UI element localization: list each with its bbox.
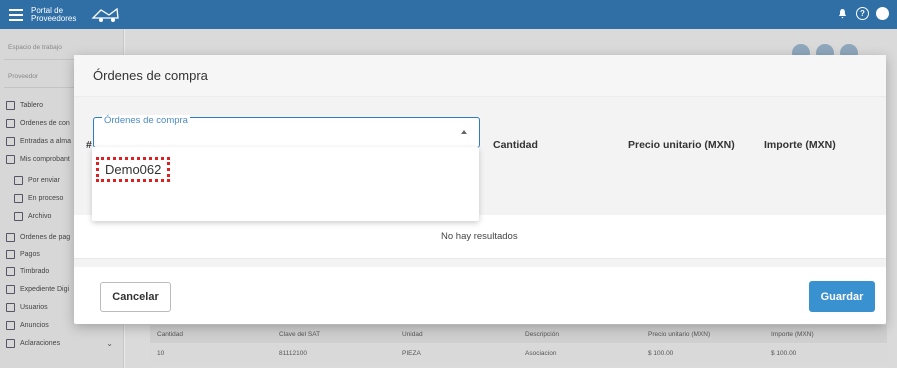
- background-items-table: Cantidad Clave del SAT Unidad Descripció…: [150, 325, 887, 368]
- dialog-header: Órdenes de compra: [74, 55, 886, 97]
- table-cell: 10: [157, 349, 165, 357]
- table-row: 10 81112100 PIEZA Asociacion $ 100.00 $ …: [150, 344, 887, 362]
- column-header-precio-unitario: Precio unitario (MXN): [628, 139, 735, 151]
- sidebar-item-label: Pagos: [20, 251, 40, 258]
- sidebar-item-label: Archivo: [28, 213, 52, 220]
- truck-logo-icon: [91, 7, 119, 22]
- chevron-down-icon[interactable]: ⌄: [106, 339, 113, 348]
- empty-results-text: No hay resultados: [441, 231, 518, 242]
- announcement-icon: [6, 321, 15, 330]
- truck-icon: [6, 137, 15, 146]
- column-header: Descripción: [525, 330, 559, 338]
- table-cell: PIEZA: [402, 349, 421, 357]
- sidebar-item-label: Órdenes de con: [20, 120, 70, 127]
- sidebar-item-label: Timbrado: [20, 268, 50, 275]
- table-cell: $ 100.00: [648, 349, 674, 357]
- stamp-icon: [6, 267, 15, 276]
- column-header-cantidad: Cantidad: [493, 139, 538, 151]
- users-icon: [6, 303, 15, 312]
- sidebar-item-aclaraciones[interactable]: Aclaraciones: [6, 339, 121, 348]
- column-header-index: #: [86, 139, 92, 151]
- table-cell: 81112100: [279, 349, 307, 357]
- dashboard-icon: [6, 101, 15, 110]
- help-icon[interactable]: ?: [856, 7, 869, 20]
- sidebar-item-label: Entradas a alma: [20, 138, 71, 145]
- column-header: Precio unitario (MXN): [648, 330, 711, 338]
- sidebar-item-label: Por enviar: [28, 177, 60, 184]
- sidebar-item-label: Órdenes de pag: [20, 234, 71, 241]
- menu-icon[interactable]: [9, 8, 23, 21]
- dialog-title: Órdenes de compra: [93, 68, 208, 83]
- column-header: Unidad: [402, 330, 423, 338]
- column-header: Clave del SAT: [279, 330, 321, 338]
- cancel-button[interactable]: Cancelar: [100, 282, 171, 312]
- sidebar-item-label: Tablero: [20, 102, 43, 109]
- archive-icon: [14, 212, 23, 221]
- provider-label: Proveedor: [8, 73, 38, 80]
- purchase-order-dropdown: Demo062: [92, 147, 479, 221]
- brand-line-2: Proveedores: [31, 13, 77, 23]
- bell-icon[interactable]: [836, 7, 849, 20]
- column-header: Importe (MXN): [771, 330, 814, 338]
- dropdown-option-demo062[interactable]: Demo062: [96, 157, 171, 182]
- sidebar-item-label: Anuncios: [20, 322, 49, 329]
- table-header-row: Cantidad Clave del SAT Unidad Descripció…: [150, 325, 887, 343]
- workspace-label: Espacio de trabajo: [8, 44, 62, 51]
- brand-name: Portal de Proveedores: [31, 6, 89, 23]
- sidebar-item-label: Usuarios: [20, 304, 48, 311]
- sidebar-item-label: Expediente Digi: [20, 286, 70, 293]
- document-icon: [6, 155, 15, 164]
- folder-icon: [6, 285, 15, 294]
- table-cell: $ 100.00: [771, 349, 797, 357]
- payments-icon: [6, 250, 15, 259]
- column-header: Cantidad: [157, 330, 184, 338]
- send-icon: [14, 176, 23, 185]
- column-header-importe: Importe (MXN): [764, 139, 836, 151]
- caret-up-icon[interactable]: [461, 130, 467, 134]
- clarifications-icon: [6, 339, 15, 348]
- user-avatar-icon[interactable]: [876, 7, 889, 20]
- top-bar: Portal de Proveedores ?: [0, 0, 897, 29]
- payment-orders-icon: [6, 233, 15, 242]
- save-button[interactable]: Guardar: [809, 281, 875, 312]
- table-cell: Asociacion: [525, 349, 557, 357]
- sidebar-item-label: En proceso: [28, 195, 64, 202]
- sidebar-item-label: Aclaraciones: [20, 340, 61, 347]
- sidebar-item-label: Mis comprobant: [20, 156, 70, 163]
- purchase-orders-icon: [6, 119, 15, 128]
- purchase-order-select[interactable]: Órdenes de compra: [93, 115, 480, 148]
- pending-icon: [14, 194, 23, 203]
- select-label: Órdenes de compra: [102, 115, 190, 126]
